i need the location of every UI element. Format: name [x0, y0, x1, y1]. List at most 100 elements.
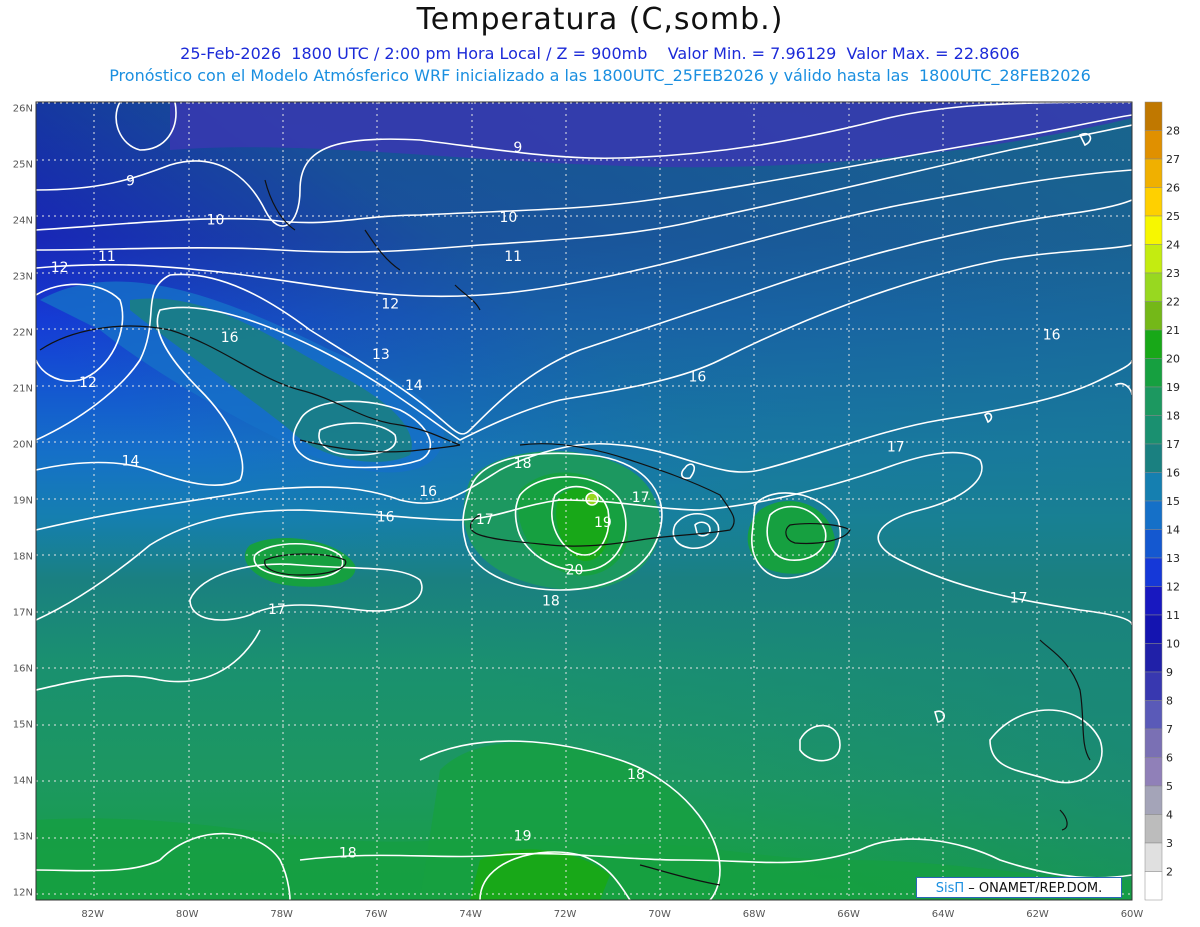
lat-label-24N: 24N — [13, 216, 33, 227]
lat-label-20N: 20N — [13, 440, 33, 451]
colorbar-label-27: 27 — [1166, 153, 1180, 166]
colorbar-label-16: 16 — [1166, 467, 1180, 480]
colorbar-label-28: 28 — [1166, 125, 1180, 138]
lat-label-13N: 13N — [13, 832, 33, 843]
colorbar-swatch — [1144, 614, 1163, 644]
colorbar-swatch — [1144, 101, 1163, 131]
colorbar-swatch — [1144, 329, 1163, 359]
credit-text: – ONAMET/REP.DOM. — [964, 881, 1103, 896]
colorbar-label-10: 10 — [1166, 638, 1180, 651]
colorbar-label-7: 7 — [1166, 723, 1173, 736]
lat-label-17N: 17N — [13, 608, 33, 619]
lat-label-18N: 18N — [13, 552, 33, 563]
colorbar-label-21: 21 — [1166, 324, 1180, 337]
contour-label-16: 16 — [377, 509, 395, 525]
lon-label-60W: 60W — [1121, 909, 1144, 920]
colorbar-swatches — [1144, 101, 1163, 901]
colorbar-swatch — [1144, 443, 1163, 473]
contour-label-11: 11 — [504, 249, 522, 265]
colorbar-swatch — [1144, 215, 1163, 245]
colorbar: 2827262524232221201918171615141312111098… — [1144, 101, 1180, 901]
contour-label-16: 16 — [419, 484, 437, 500]
contour-label-10: 10 — [499, 210, 517, 226]
lon-label-76W: 76W — [365, 909, 388, 920]
contour-label-16: 16 — [1043, 327, 1061, 343]
colorbar-label-19: 19 — [1166, 381, 1180, 394]
lat-label-16N: 16N — [13, 664, 33, 675]
colorbar-swatch — [1144, 472, 1163, 502]
colorbar-label-4: 4 — [1166, 809, 1173, 822]
colorbar-swatch — [1144, 757, 1163, 787]
colorbar-swatch — [1144, 301, 1163, 331]
colorbar-swatch — [1144, 671, 1163, 701]
lat-label-19N: 19N — [13, 496, 33, 507]
contour-label-18: 18 — [514, 456, 532, 472]
lat-label-22N: 22N — [13, 328, 33, 339]
contour-label-12: 12 — [79, 375, 97, 391]
contour-label-18: 18 — [627, 767, 645, 783]
lat-label-12N: 12N — [13, 888, 33, 899]
colorbar-swatch — [1144, 244, 1163, 274]
colorbar-label-12: 12 — [1166, 581, 1180, 594]
lat-label-14N: 14N — [13, 776, 33, 787]
colorbar-label-8: 8 — [1166, 695, 1173, 708]
contour-label-14: 14 — [405, 378, 423, 394]
contour-label-16: 16 — [688, 369, 706, 385]
lon-label-82W: 82W — [81, 909, 104, 920]
temperature-map: 26N 25N 24N 23N 22N 21N 20N 19N 18N 17N 16N 15N 14N 1… — [13, 101, 1180, 920]
colorbar-swatch — [1144, 187, 1163, 217]
lon-label-70W: 70W — [648, 909, 671, 920]
colorbar-label-25: 25 — [1166, 210, 1180, 223]
contour-label-12: 12 — [51, 260, 69, 276]
contour-label-17: 17 — [632, 490, 650, 506]
contour-label-19: 19 — [514, 829, 532, 845]
colorbar-swatch — [1144, 500, 1163, 530]
colorbar-label-3: 3 — [1166, 837, 1173, 850]
colorbar-swatch — [1144, 643, 1163, 673]
colorbar-label-14: 14 — [1166, 524, 1180, 537]
contour-label-17: 17 — [1010, 591, 1028, 607]
colorbar-label-22: 22 — [1166, 296, 1180, 309]
lon-label-74W: 74W — [459, 909, 482, 920]
contour-label-16: 16 — [221, 330, 239, 346]
colorbar-swatch — [1144, 728, 1163, 758]
colorbar-swatch — [1144, 386, 1163, 416]
colorbar-label-17: 17 — [1166, 438, 1180, 451]
contour-label-19: 19 — [594, 515, 612, 531]
colorbar-labels: 2827262524232221201918171615141312111098… — [1166, 125, 1180, 879]
lon-label-72W: 72W — [554, 909, 577, 920]
contour-label-18: 18 — [542, 593, 560, 609]
colorbar-swatch — [1144, 158, 1163, 188]
colorbar-label-23: 23 — [1166, 267, 1180, 280]
contour-label-13: 13 — [372, 347, 390, 363]
colorbar-swatch — [1144, 557, 1163, 587]
colorbar-label-24: 24 — [1166, 239, 1180, 252]
colorbar-label-26: 26 — [1166, 182, 1180, 195]
latitude-labels: 26N 25N 24N 23N 22N 21N 20N 19N 18N 17N 16N 15N 14N 1… — [13, 104, 33, 899]
lon-label-62W: 62W — [1026, 909, 1049, 920]
lat-label-21N: 21N — [13, 384, 33, 395]
colorbar-swatch — [1144, 700, 1163, 730]
colorbar-label-11: 11 — [1166, 609, 1180, 622]
lon-label-78W: 78W — [270, 909, 293, 920]
contour-label-9: 9 — [513, 140, 522, 156]
colorbar-swatch — [1144, 272, 1163, 302]
contour-label-17: 17 — [268, 602, 286, 618]
contour-label-18: 18 — [339, 845, 357, 861]
colorbar-label-15: 15 — [1166, 495, 1180, 508]
colorbar-label-18: 18 — [1166, 410, 1180, 423]
colorbar-label-13: 13 — [1166, 552, 1180, 565]
contour-label-11: 11 — [98, 249, 116, 265]
colorbar-swatch — [1144, 358, 1163, 388]
colorbar-label-20: 20 — [1166, 353, 1180, 366]
lon-label-66W: 66W — [837, 909, 860, 920]
colorbar-swatch — [1144, 842, 1163, 872]
contour-label-17: 17 — [476, 512, 494, 528]
colorbar-swatch — [1144, 586, 1163, 616]
lon-label-80W: 80W — [176, 909, 199, 920]
lat-label-25N: 25N — [13, 160, 33, 171]
contour-label-10: 10 — [207, 213, 225, 229]
colorbar-label-6: 6 — [1166, 752, 1173, 765]
sispi-logo-text: SisΠ — [935, 881, 965, 896]
contour-label-9: 9 — [126, 173, 135, 189]
